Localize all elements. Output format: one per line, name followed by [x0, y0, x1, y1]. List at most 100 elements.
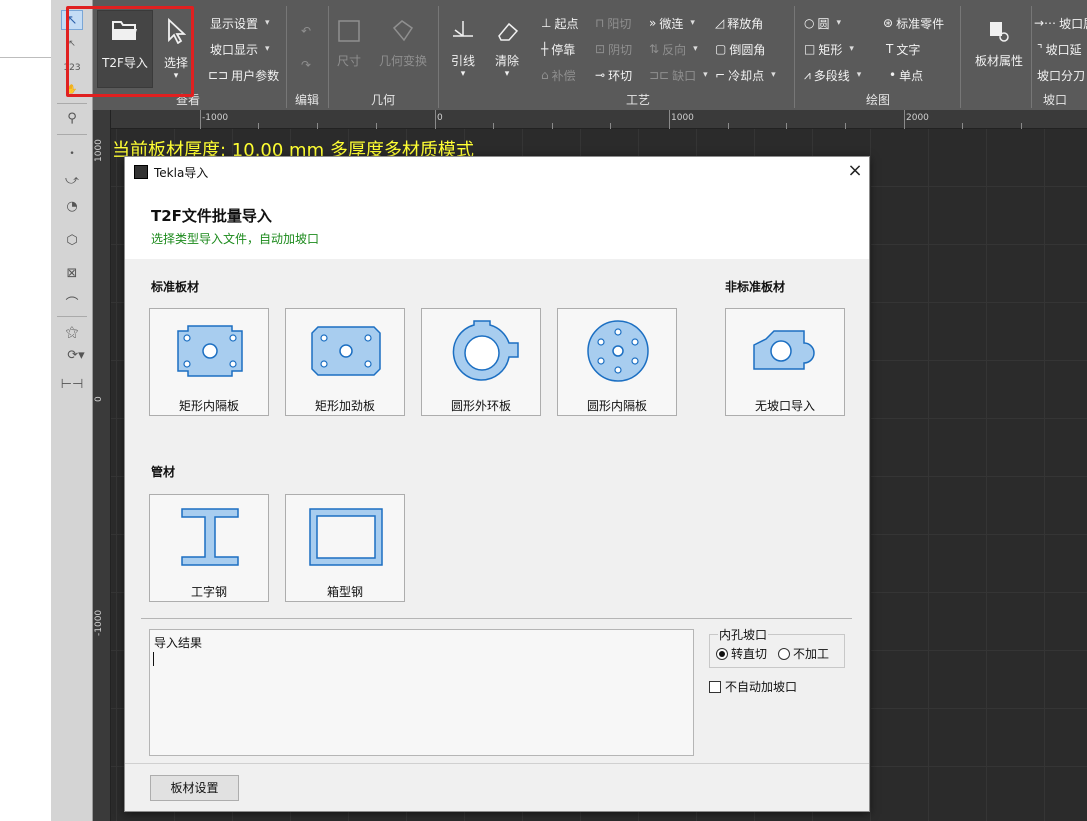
cooling-point-label: 冷却点 — [728, 68, 765, 83]
dimension-button[interactable]: 尺寸 — [331, 18, 367, 69]
dimension-label: 尺寸 — [336, 54, 361, 68]
chevron-down-icon: ▾ — [265, 44, 270, 54]
lead-button[interactable]: 引线 ▾ — [443, 18, 483, 79]
dialog-title: Tekla导入 — [154, 166, 209, 180]
user-params-label: 用户参数 — [231, 68, 280, 83]
stop-point-button[interactable]: ┼ 停靠 — [541, 40, 575, 58]
polygon-icon[interactable]: ⬡ — [61, 230, 83, 250]
import-result-textarea[interactable]: 导入结果 — [149, 629, 694, 756]
t2f-import-group[interactable]: T2F导入 — [97, 18, 153, 71]
point-icon[interactable]: • — [61, 144, 83, 164]
hole-bevel-group: 内孔坡口 转直切 不加工 — [709, 626, 845, 668]
compensate-button[interactable]: ⌂ 补偿 — [541, 66, 576, 84]
gap-button[interactable]: ⊐⊏ 缺口 ▾ — [649, 66, 708, 84]
round-outer-ring-button[interactable]: 圆形外环板 — [421, 308, 541, 416]
rotate-select-icon[interactable]: ⟳▾ — [61, 345, 91, 365]
plate-props-button[interactable]: 板材属性 — [969, 18, 1029, 69]
radio-straight-cut[interactable]: 转直切 — [716, 645, 767, 662]
box-beam-icon — [309, 508, 383, 566]
release-corner-button[interactable]: ◿ 释放角 — [715, 14, 763, 32]
measure-icon[interactable]: ⊢⊣ — [61, 374, 84, 394]
round-inner-plate-label: 圆形内隔板 — [586, 399, 647, 413]
text-button[interactable]: T 文字 — [886, 40, 920, 58]
positive-cut-button[interactable]: ⊓ 阳切 — [595, 14, 631, 32]
rect-stiffener-button[interactable]: 矩形加劲板 — [285, 308, 405, 416]
undo-button[interactable]: ↶ — [291, 24, 321, 38]
rect-inner-plate-icon — [177, 325, 243, 377]
close-icon[interactable]: × — [845, 161, 865, 181]
cooling-point-button[interactable]: ⌐ 冷却点 ▾ — [715, 66, 776, 84]
no-bevel-import-label: 无坡口导入 — [754, 399, 815, 413]
chevron-down-icon: ▾ — [693, 44, 698, 54]
pipe-title: 管材 — [151, 465, 176, 479]
footer-divider — [125, 763, 869, 764]
ruler-tick — [669, 110, 670, 129]
ruler-tick — [552, 123, 553, 129]
single-point-button[interactable]: • 单点 — [889, 66, 923, 84]
bevel-split-button[interactable]: 坡口分刀 — [1037, 66, 1085, 84]
polyline-button[interactable]: ⩘ 多段线 ▾ — [804, 66, 861, 84]
no-auto-bevel-label: 不自动加坡口 — [725, 680, 798, 694]
polyline-icon: ⩘ — [804, 67, 811, 82]
bevel-split-label: 坡口分刀 — [1037, 68, 1086, 83]
redo-icon: ↷ — [300, 58, 312, 72]
lead-in-icon[interactable]: ⌒ — [61, 292, 83, 312]
ruler-tick — [376, 123, 377, 129]
micro-joint-icon: » — [649, 16, 657, 30]
geo-transform-button[interactable]: 几何变换 — [373, 18, 433, 69]
redo-button[interactable]: ↷ — [291, 58, 321, 72]
rectangle-button[interactable]: □ 矩形 ▾ — [804, 40, 854, 58]
toolbar-separator — [57, 316, 87, 317]
ruler-tick — [317, 123, 318, 129]
node-select-icon[interactable]: ↖ — [61, 34, 83, 54]
single-point-label: 单点 — [899, 68, 924, 83]
display-settings-menu[interactable]: 显示设置 ▾ — [210, 14, 270, 32]
magic-wand-icon[interactable]: ⚝ — [61, 322, 83, 342]
fillet-button[interactable]: ▢ 倒圆角 — [715, 40, 765, 58]
import-result-label: 导入结果 — [154, 636, 203, 650]
arc-icon[interactable]: ◔ — [61, 196, 83, 216]
box-beam-button[interactable]: 箱型钢 — [285, 494, 405, 602]
ruler-label: 1000 — [94, 139, 104, 162]
plate-settings-button[interactable]: 板材设置 — [150, 775, 239, 801]
bevel-display-menu[interactable]: 坡口显示 ▾ — [210, 40, 270, 58]
compensate-label: 补偿 — [551, 68, 576, 83]
clear-button[interactable]: 清除 ▾ — [487, 18, 527, 79]
no-bevel-import-button[interactable]: 无坡口导入 — [725, 308, 845, 416]
rect-inner-plate-label: 矩形内隔板 — [178, 399, 239, 413]
number-tool-icon[interactable]: 123 — [61, 58, 83, 78]
fit-view-icon[interactable]: ⊠ — [61, 263, 83, 283]
bevel-extend-button[interactable]: ⌝ 坡口延 — [1037, 40, 1082, 58]
round-outer-ring-icon — [452, 320, 519, 381]
section-divider — [141, 618, 852, 619]
ruler-tick — [435, 110, 436, 129]
zoom-icon[interactable]: ⚲ — [61, 108, 83, 128]
nonstandard-plate-title: 非标准板材 — [725, 280, 786, 294]
select-button[interactable]: 选择 ▾ — [157, 18, 195, 81]
round-inner-plate-button[interactable]: 圆形内隔板 — [557, 308, 677, 416]
ring-cut-button[interactable]: ⊸ 环切 — [595, 66, 632, 84]
group-label-bevel: 坡口 — [1042, 93, 1067, 107]
ruler-tick — [200, 110, 201, 129]
ruler-label: -1000 — [202, 113, 229, 123]
user-params-button[interactable]: ⊏⊐ 用户参数 — [208, 66, 279, 84]
bevel-edge-icon: →⋯ — [1034, 16, 1057, 30]
left-divider — [0, 57, 51, 58]
chevron-down-icon: ▾ — [265, 18, 270, 28]
negative-cut-button[interactable]: ⊡ 阴切 — [595, 40, 632, 58]
i-beam-icon — [181, 508, 239, 566]
micro-joint-button[interactable]: » 微连 ▾ — [649, 14, 695, 32]
rect-inner-plate-button[interactable]: 矩形内隔板 — [149, 308, 269, 416]
start-point-button[interactable]: ⊥ 起点 — [541, 14, 578, 32]
circle-button[interactable]: ○ 圆 ▾ — [804, 14, 841, 32]
no-auto-bevel-checkbox[interactable]: 不自动加坡口 — [709, 678, 797, 695]
pointer-tool-icon[interactable]: ↖ — [61, 10, 83, 30]
curve-icon[interactable]: ⤻ — [61, 170, 83, 190]
std-part-button[interactable]: ⊛ 标准零件 — [883, 14, 944, 32]
reverse-button[interactable]: ⇅ 反向 ▾ — [649, 40, 698, 58]
micro-joint-label: 微连 — [659, 16, 684, 31]
pan-hand-icon[interactable]: ✋ — [61, 80, 83, 100]
radio-no-process[interactable]: 不加工 — [778, 645, 829, 662]
i-beam-button[interactable]: 工字钢 — [149, 494, 269, 602]
bevel-edge-button[interactable]: →⋯坡口属 — [1034, 14, 1087, 32]
